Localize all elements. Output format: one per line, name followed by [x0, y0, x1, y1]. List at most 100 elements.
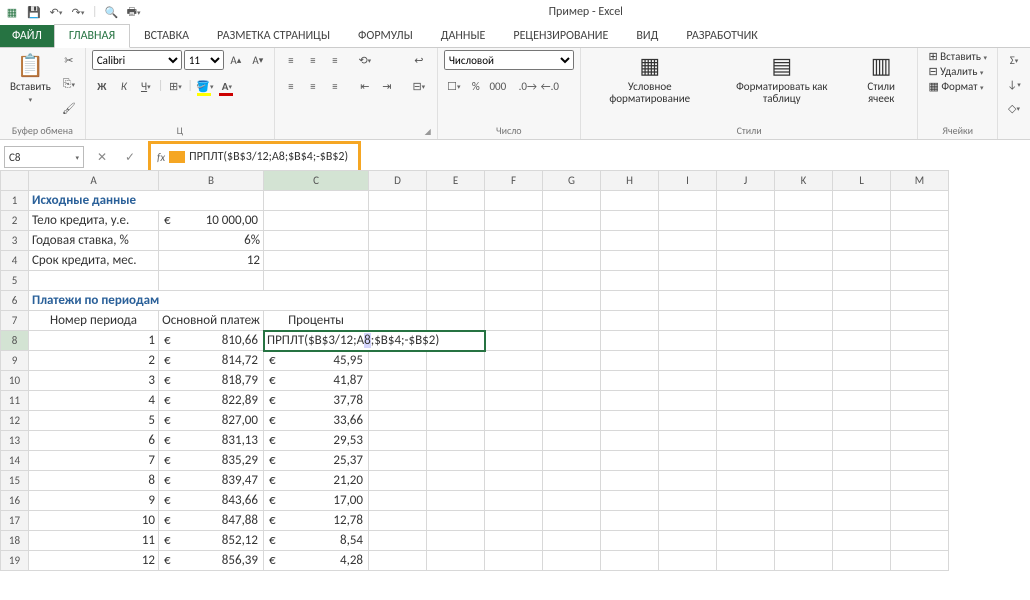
cell[interactable]	[369, 271, 427, 291]
cell[interactable]: €8,54	[264, 531, 369, 551]
cell[interactable]	[601, 491, 659, 511]
cell[interactable]	[485, 291, 543, 311]
cell[interactable]	[543, 351, 601, 371]
spreadsheet-grid[interactable]: A B C D E F G H I J K L M 1Исходные данн…	[0, 170, 1030, 571]
cell[interactable]	[485, 211, 543, 231]
cell[interactable]	[427, 451, 485, 471]
cell[interactable]: 2	[29, 351, 159, 371]
row-3[interactable]: 3Годовая ставка, %6%	[1, 231, 949, 251]
cell[interactable]	[369, 311, 427, 331]
tab-home[interactable]: ГЛАВНАЯ	[54, 24, 130, 48]
cell[interactable]	[543, 271, 601, 291]
cell[interactable]: 3	[29, 371, 159, 391]
cell[interactable]	[717, 471, 775, 491]
cell[interactable]	[369, 511, 427, 531]
cell[interactable]	[717, 491, 775, 511]
row-header[interactable]: 3	[1, 231, 29, 251]
cell[interactable]	[601, 331, 659, 351]
cell[interactable]: €831,13	[159, 431, 264, 451]
cell[interactable]	[543, 551, 601, 571]
cell[interactable]: Основной платеж	[159, 311, 264, 331]
cell[interactable]	[427, 551, 485, 571]
fill-color-icon[interactable]: 🪣▾	[195, 76, 215, 96]
cell[interactable]: 11	[29, 531, 159, 551]
row-header[interactable]: 11	[1, 391, 29, 411]
cell[interactable]	[427, 351, 485, 371]
indent-right-icon[interactable]: ⇥	[377, 76, 397, 96]
cell[interactable]	[601, 311, 659, 331]
cell[interactable]	[485, 351, 543, 371]
tab-developer[interactable]: РАЗРАБОТЧИК	[672, 25, 771, 47]
format-as-table-button[interactable]: ▤ Форматировать как таблицу	[717, 50, 847, 107]
cell[interactable]	[427, 471, 485, 491]
cell[interactable]	[543, 471, 601, 491]
delete-button[interactable]: ⊟ Удалить ▾	[924, 65, 987, 78]
row-17[interactable]: 1710€847,88€12,78	[1, 511, 949, 531]
cell[interactable]	[485, 471, 543, 491]
row-header[interactable]: 18	[1, 531, 29, 551]
row-header[interactable]: 6	[1, 291, 29, 311]
increase-font-icon[interactable]: A▴	[226, 50, 246, 70]
cell[interactable]	[427, 531, 485, 551]
cell[interactable]	[775, 231, 833, 251]
comma-icon[interactable]: 000	[488, 76, 508, 96]
cell[interactable]	[891, 411, 949, 431]
cell[interactable]	[775, 531, 833, 551]
undo-icon[interactable]: ↶▾	[48, 4, 64, 20]
cell[interactable]	[833, 271, 891, 291]
row-header[interactable]: 2	[1, 211, 29, 231]
cell[interactable]	[891, 371, 949, 391]
cell[interactable]	[264, 231, 369, 251]
cell[interactable]	[369, 411, 427, 431]
cell[interactable]	[29, 271, 159, 291]
print-preview-icon[interactable]: 🔍	[104, 4, 120, 20]
cell[interactable]: 4	[29, 391, 159, 411]
cell[interactable]	[601, 391, 659, 411]
cell[interactable]	[369, 491, 427, 511]
cell[interactable]	[264, 271, 369, 291]
row-12[interactable]: 125€827,00€33,66	[1, 411, 949, 431]
align-center-icon[interactable]: ≡	[303, 76, 323, 96]
cell[interactable]	[543, 311, 601, 331]
cell[interactable]	[775, 411, 833, 431]
cell[interactable]	[601, 291, 659, 311]
row-header[interactable]: 10	[1, 371, 29, 391]
cell[interactable]	[543, 371, 601, 391]
cell[interactable]	[659, 311, 717, 331]
cell[interactable]	[833, 291, 891, 311]
cell[interactable]	[485, 491, 543, 511]
cell[interactable]	[775, 471, 833, 491]
cell[interactable]	[543, 231, 601, 251]
cell[interactable]	[427, 491, 485, 511]
cell[interactable]: Проценты	[264, 311, 369, 331]
row-header[interactable]: 5	[1, 271, 29, 291]
save-icon[interactable]: 💾	[26, 4, 42, 20]
cell[interactable]: €856,39	[159, 551, 264, 571]
cell[interactable]	[427, 431, 485, 451]
cell[interactable]	[717, 351, 775, 371]
underline-icon[interactable]: Ч▾	[136, 76, 156, 96]
cell[interactable]: Тело кредита, у.е.	[29, 211, 159, 231]
row-8[interactable]: 81€810,66ПРПЛТ($B$3/12;A8;$B$4;-$B$2)	[1, 331, 949, 351]
cell[interactable]: €814,72	[159, 351, 264, 371]
cell[interactable]: €810,66	[159, 331, 264, 351]
cell[interactable]	[833, 311, 891, 331]
cell[interactable]	[369, 291, 427, 311]
row-1[interactable]: 1Исходные данные	[1, 191, 949, 211]
increase-decimal-icon[interactable]: .0→	[518, 76, 538, 96]
cell[interactable]	[543, 191, 601, 211]
tab-insert[interactable]: ВСТАВКА	[130, 25, 203, 47]
cell[interactable]	[775, 511, 833, 531]
align-left-icon[interactable]: ≡	[281, 76, 301, 96]
row-16[interactable]: 169€843,66€17,00	[1, 491, 949, 511]
cell[interactable]	[775, 491, 833, 511]
cell[interactable]	[485, 551, 543, 571]
cell[interactable]	[485, 451, 543, 471]
cell[interactable]	[601, 471, 659, 491]
decrease-decimal-icon[interactable]: ←.0	[540, 76, 560, 96]
name-box[interactable]: C8▾	[4, 146, 84, 168]
cell[interactable]: €839,47	[159, 471, 264, 491]
cell[interactable]	[833, 451, 891, 471]
cell[interactable]	[717, 191, 775, 211]
cell[interactable]	[543, 531, 601, 551]
